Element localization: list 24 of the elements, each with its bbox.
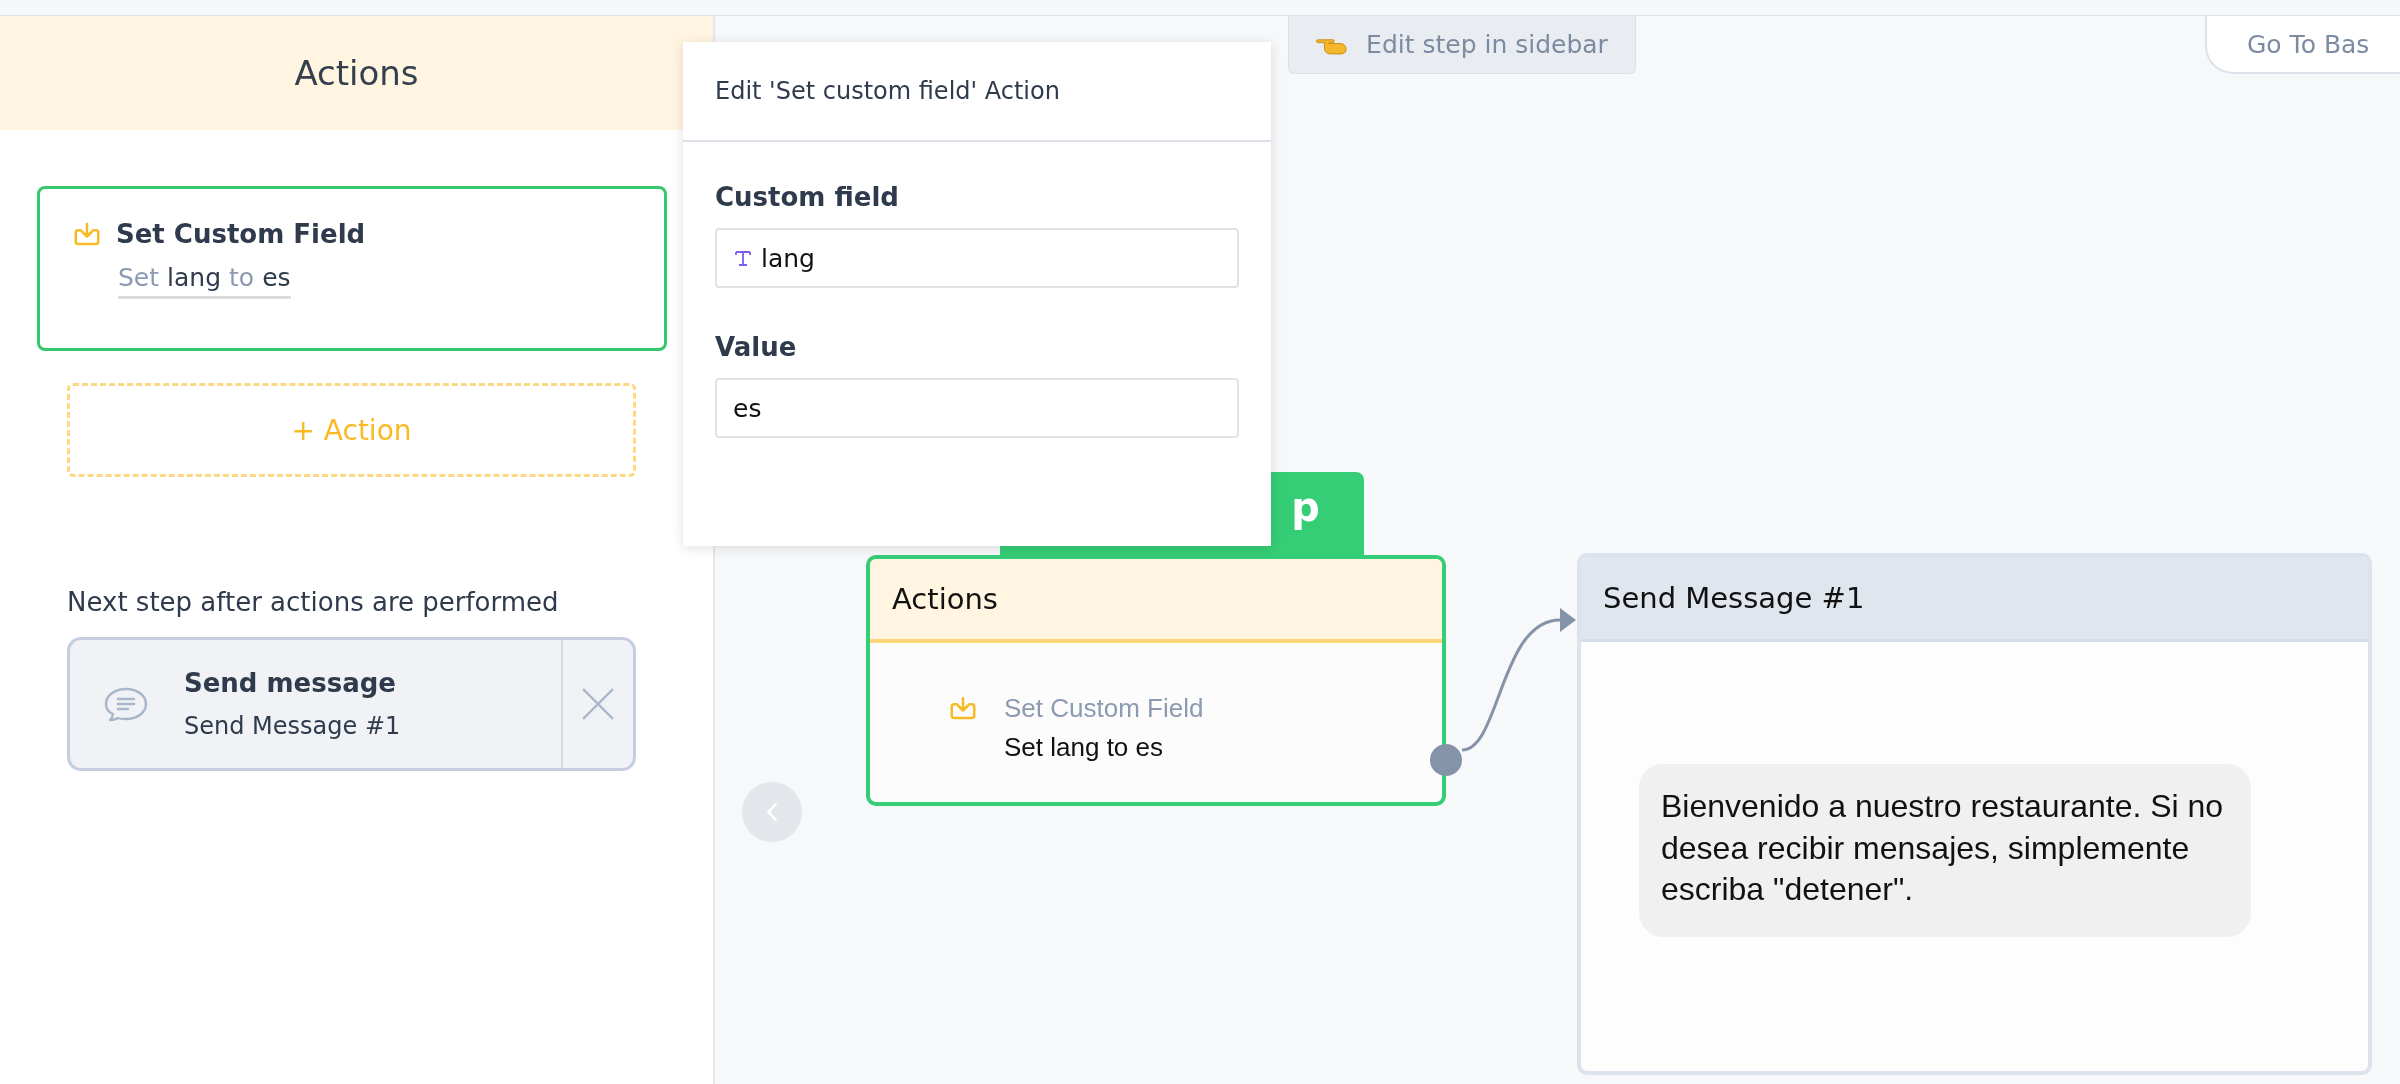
next-step-subtitle: Send Message #1: [184, 712, 402, 740]
close-icon[interactable]: [581, 687, 615, 721]
action-title: Set Custom Field: [116, 219, 366, 249]
node-title: Actions: [892, 582, 998, 616]
message-bubble: Bienvenido a nuestro restaurante. Si no desea recibir mensajes, simplemente escriba "detener".: [1639, 764, 2251, 937]
input-field[interactable]: es: [715, 378, 1239, 438]
node-item-text: Set lang to es: [1004, 732, 1164, 763]
node-item-title: Set Custom Field: [1004, 693, 1204, 724]
actions-node[interactable]: Actions Set Custom Field Set lang to es: [866, 555, 1446, 806]
field-label: Custom field: [715, 182, 900, 212]
node-title: Send Message #1: [1603, 581, 1865, 615]
input-field[interactable]: lang: [715, 228, 1239, 288]
field-label: Value: [715, 332, 798, 362]
action-card[interactable]: Set Custom Field Set lang to es: [37, 186, 667, 351]
output-handle[interactable]: [1430, 744, 1462, 776]
popup-title: Edit 'Set custom field' Action: [715, 77, 1060, 105]
text-type-icon: [733, 248, 753, 268]
sidebar-title: Actions: [294, 53, 419, 93]
chevron-left-icon: [766, 802, 778, 822]
next-step-heading: Next step after actions are performed: [67, 587, 560, 617]
next-step-title: Send message: [184, 668, 397, 698]
message-node[interactable]: Send Message #1 Bienvenido a nuestro restaurante. Si no desea recibir mensajes, simplemente escriba "detener".: [1577, 553, 2372, 1075]
action-summary: Set lang to es: [118, 263, 291, 299]
next-step-card[interactable]: Send message Send Message #1: [67, 637, 636, 771]
